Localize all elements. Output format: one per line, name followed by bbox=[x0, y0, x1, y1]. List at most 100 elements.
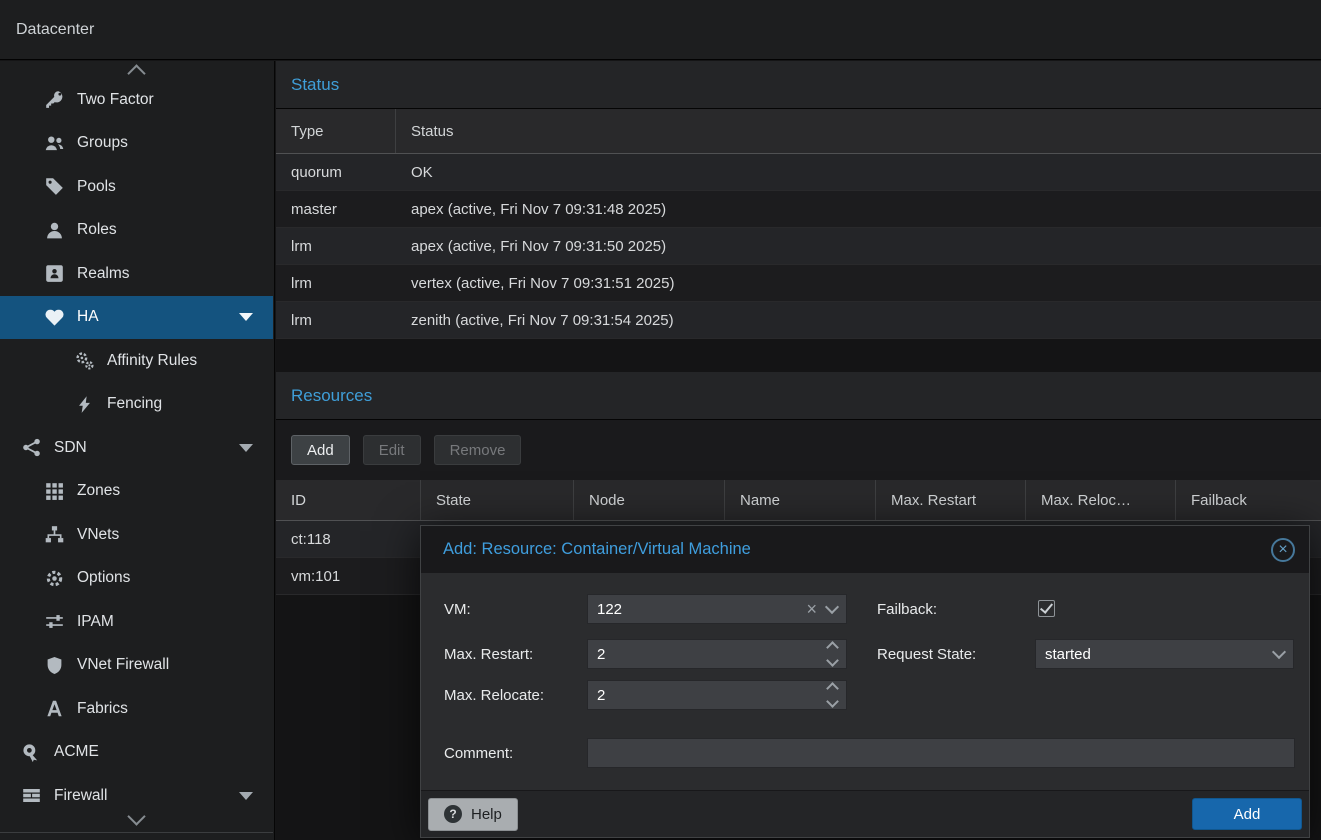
comment-label: Comment: bbox=[444, 738, 513, 768]
column-header[interactable]: Max. Restart bbox=[876, 480, 1026, 520]
sidebar-item-label: VNets bbox=[77, 526, 119, 544]
column-header-type[interactable]: Type bbox=[276, 109, 396, 153]
status-table-body: quorum OK master apex (active, Fri Nov 7… bbox=[276, 154, 1321, 339]
chevron-down-icon bbox=[127, 807, 145, 825]
sidebar-item-pools[interactable]: Pools bbox=[0, 165, 273, 209]
sidebar-item-zones[interactable]: Zones bbox=[0, 470, 273, 514]
column-header[interactable]: State bbox=[421, 480, 574, 520]
id-card-icon bbox=[45, 264, 64, 283]
chevron-down-icon[interactable] bbox=[825, 600, 839, 614]
vm-combobox[interactable]: × bbox=[587, 594, 847, 624]
status-section-header: Status bbox=[276, 61, 1321, 109]
request-state-select[interactable]: started bbox=[1035, 639, 1294, 669]
sitemap-icon bbox=[45, 525, 64, 544]
comment-input[interactable] bbox=[597, 745, 1285, 762]
status-row[interactable]: lrm apex (active, Fri Nov 7 09:31:50 202… bbox=[276, 228, 1321, 265]
resource-row-id: vm:101 bbox=[276, 568, 421, 585]
sidebar-item-label: HA bbox=[77, 308, 99, 326]
sidebar-item-groups[interactable]: Groups bbox=[0, 122, 273, 166]
sidebar-item-two-factor[interactable]: Two Factor bbox=[0, 78, 273, 122]
max-restart-field[interactable] bbox=[587, 639, 847, 669]
sidebar-item-label: VNet Firewall bbox=[77, 656, 169, 674]
certificate-icon bbox=[22, 743, 41, 762]
add-button[interactable]: Add bbox=[291, 435, 350, 465]
status-row[interactable]: quorum OK bbox=[276, 154, 1321, 191]
sidebar-item-realms[interactable]: Realms bbox=[0, 252, 273, 296]
chevron-down-icon[interactable] bbox=[1272, 645, 1286, 659]
share-network-icon bbox=[22, 438, 41, 457]
column-header[interactable]: Name bbox=[725, 480, 876, 520]
sidebar-item-ipam[interactable]: IPAM bbox=[0, 600, 273, 644]
chevron-down-icon[interactable] bbox=[239, 313, 253, 321]
users-icon bbox=[45, 134, 64, 153]
help-icon: ? bbox=[444, 805, 462, 823]
column-header-status[interactable]: Status bbox=[396, 109, 1321, 153]
dialog-add-button[interactable]: Add bbox=[1192, 798, 1302, 830]
help-button[interactable]: ? Help bbox=[428, 798, 518, 831]
spin-down-icon[interactable] bbox=[826, 654, 839, 667]
sidebar-item-options[interactable]: Options bbox=[0, 557, 273, 601]
bolt-icon bbox=[75, 395, 94, 414]
request-state-value: started bbox=[1045, 646, 1264, 663]
sidebar-item-fencing[interactable]: Fencing bbox=[0, 383, 273, 427]
sidebar-item-label: Fencing bbox=[107, 395, 162, 413]
sidebar-item-vnet-firewall[interactable]: VNet Firewall bbox=[0, 644, 273, 688]
column-header[interactable]: Node bbox=[574, 480, 725, 520]
sidebar-item-roles[interactable]: Roles bbox=[0, 209, 273, 253]
column-header[interactable]: ID bbox=[276, 480, 421, 520]
status-row[interactable]: lrm zenith (active, Fri Nov 7 09:31:54 2… bbox=[276, 302, 1321, 339]
sidebar-scroll-up[interactable] bbox=[0, 61, 273, 78]
status-table-header: Type Status bbox=[276, 109, 1321, 154]
chevron-down-icon[interactable] bbox=[239, 444, 253, 452]
status-row[interactable]: lrm vertex (active, Fri Nov 7 09:31:51 2… bbox=[276, 265, 1321, 302]
page-title: Datacenter bbox=[16, 21, 94, 39]
comment-field[interactable] bbox=[587, 738, 1295, 768]
spin-down-icon[interactable] bbox=[826, 695, 839, 708]
spin-up-icon[interactable] bbox=[826, 682, 839, 695]
sidebar-item-affinity-rules[interactable]: Affinity Rules bbox=[0, 339, 273, 383]
spin-up-icon[interactable] bbox=[826, 641, 839, 654]
sidebar-item-sdn[interactable]: SDN bbox=[0, 426, 273, 470]
sidebar-scroll-down[interactable] bbox=[0, 806, 273, 832]
dialog-footer: ? Help Add bbox=[421, 790, 1309, 837]
max-relocate-input[interactable] bbox=[597, 687, 818, 704]
dialog-title-bar[interactable]: Add: Resource: Container/Virtual Machine… bbox=[421, 526, 1309, 573]
spinner[interactable] bbox=[828, 684, 837, 706]
remove-button: Remove bbox=[434, 435, 522, 465]
grid-icon bbox=[45, 482, 64, 501]
gears-icon bbox=[75, 351, 94, 370]
failback-checkbox[interactable] bbox=[1038, 600, 1055, 617]
status-row[interactable]: master apex (active, Fri Nov 7 09:31:48 … bbox=[276, 191, 1321, 228]
key-icon bbox=[45, 90, 64, 109]
dialog-body: VM: × Failback: Max. Restart: Request St… bbox=[421, 573, 1309, 791]
sidebar-item-ha[interactable]: HA bbox=[0, 296, 273, 340]
column-header[interactable]: Max. Reloc… bbox=[1026, 480, 1176, 520]
resources-toolbar: Add Edit Remove bbox=[276, 420, 1321, 480]
max-restart-input[interactable] bbox=[597, 646, 818, 663]
failback-label: Failback: bbox=[877, 594, 937, 624]
resources-section-header: Resources bbox=[276, 372, 1321, 420]
sidebar-item-fabrics[interactable]: Fabrics bbox=[0, 687, 273, 731]
shield-icon bbox=[45, 656, 64, 675]
sidebar-item-acme[interactable]: ACME bbox=[0, 731, 273, 775]
close-icon[interactable]: × bbox=[1271, 538, 1295, 562]
sidebar-item-label: ACME bbox=[54, 743, 99, 761]
max-relocate-field[interactable] bbox=[587, 680, 847, 710]
edit-button: Edit bbox=[363, 435, 421, 465]
sidebar-item-label: IPAM bbox=[77, 613, 114, 631]
resources-table-header: ID State Node Name Max. Restart Max. Rel… bbox=[276, 480, 1321, 521]
spinner[interactable] bbox=[828, 643, 837, 665]
sidebar-item-vnets[interactable]: VNets bbox=[0, 513, 273, 557]
sidebar-item-label: Affinity Rules bbox=[107, 352, 197, 370]
status-row-type: lrm bbox=[276, 312, 396, 329]
vm-input[interactable] bbox=[597, 601, 796, 618]
status-row-type: lrm bbox=[276, 275, 396, 292]
help-button-label: Help bbox=[471, 806, 502, 823]
max-relocate-label: Max. Relocate: bbox=[444, 680, 544, 710]
status-row-status: zenith (active, Fri Nov 7 09:31:54 2025) bbox=[396, 312, 1321, 329]
gear-icon bbox=[45, 569, 64, 588]
clear-icon[interactable]: × bbox=[806, 600, 817, 618]
sidebar-tree: Two Factor Groups Pools Roles bbox=[0, 78, 273, 818]
chevron-down-icon[interactable] bbox=[239, 792, 253, 800]
column-header[interactable]: Failback bbox=[1176, 480, 1321, 520]
